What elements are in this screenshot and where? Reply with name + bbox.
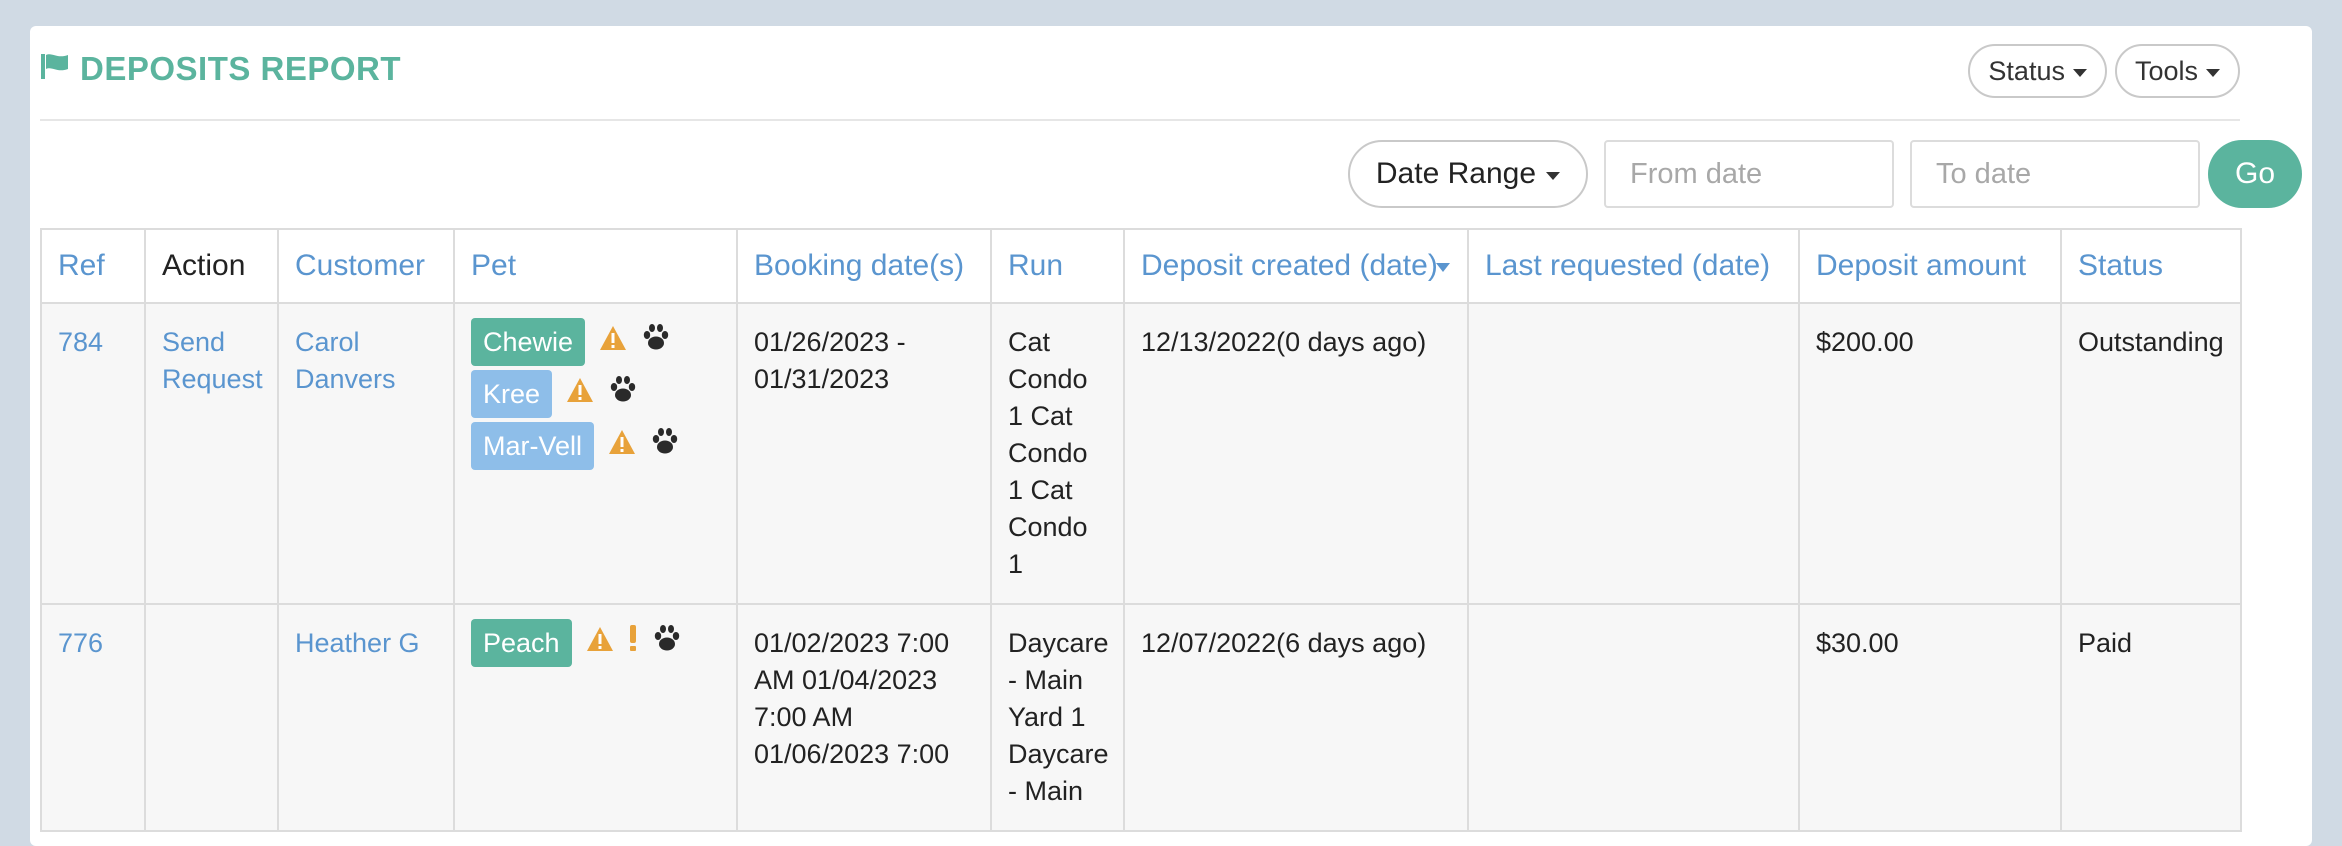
booking-dates: 01/02/2023 7:00 AM 01/04/2023 7:00 AM 01… bbox=[736, 603, 992, 832]
deposit-status-text: Outstanding bbox=[2078, 327, 2224, 357]
status-menu-label: Status bbox=[1988, 55, 2065, 86]
table-row: 776 Heather G Peach 01/02/2023 7:00 AM 01/0… bbox=[40, 603, 2242, 832]
ref-link-text[interactable]: 776 bbox=[58, 628, 103, 658]
date-range-button[interactable]: Date Range bbox=[1347, 140, 1588, 208]
booking-dates: 01/26/2023 - 01/31/2023 bbox=[736, 302, 992, 605]
deposit-amount-text: $30.00 bbox=[1816, 628, 1899, 658]
deposit-status: Outstanding bbox=[2060, 302, 2242, 605]
chevron-down-icon bbox=[2072, 68, 2087, 77]
exclamation-icon[interactable] bbox=[628, 624, 638, 662]
pet-tag[interactable]: Peach bbox=[471, 619, 572, 667]
report-header: DEPOSITS REPORT Status Tools bbox=[40, 44, 2240, 104]
column-header-amount[interactable]: Deposit amount bbox=[1798, 228, 2062, 304]
from-date-input[interactable]: From date bbox=[1604, 140, 1894, 208]
paw-icon[interactable] bbox=[641, 323, 671, 361]
pet-cell: Peach bbox=[453, 603, 738, 832]
ref-link[interactable]: 784 bbox=[40, 302, 146, 605]
pet-row: Chewie bbox=[471, 318, 720, 366]
date-filter-bar: Date Range From date To date Go bbox=[1347, 140, 2302, 208]
deposit-amount: $30.00 bbox=[1798, 603, 2062, 832]
date-range-label: Date Range bbox=[1375, 157, 1536, 190]
action-link bbox=[144, 603, 279, 832]
column-header-pet[interactable]: Pet bbox=[453, 228, 738, 304]
paw-icon[interactable] bbox=[652, 624, 682, 662]
column-header-customer[interactable]: Customer bbox=[277, 228, 455, 304]
deposit-status-text: Paid bbox=[2078, 628, 2133, 658]
column-header-run[interactable]: Run bbox=[990, 228, 1125, 304]
header-divider bbox=[40, 119, 2240, 121]
table-row: 784 Send Request Carol Danvers Chewie Kree Ma… bbox=[40, 302, 2242, 605]
booking-dates-text: 01/26/2023 - 01/31/2023 bbox=[754, 327, 906, 394]
pet-row: Kree bbox=[471, 370, 720, 418]
warning-icon[interactable] bbox=[586, 625, 614, 662]
column-header-status[interactable]: Status bbox=[2060, 228, 2242, 304]
last-requested bbox=[1467, 302, 1800, 605]
flag-icon bbox=[40, 50, 70, 88]
column-header-action: Action bbox=[144, 228, 279, 304]
customer-link-text[interactable]: Heather G bbox=[295, 628, 420, 658]
page-title-text: DEPOSITS REPORT bbox=[80, 50, 402, 87]
action-link-text[interactable]: Send Request bbox=[162, 327, 263, 394]
deposit-created: 12/07/2022(6 days ago) bbox=[1123, 603, 1469, 832]
chevron-down-icon bbox=[2206, 68, 2220, 77]
pet-cell: Chewie Kree Mar-Vell bbox=[453, 302, 738, 605]
ref-link-text[interactable]: 784 bbox=[58, 327, 103, 357]
warning-icon[interactable] bbox=[608, 428, 636, 465]
column-header-ref[interactable]: Ref bbox=[40, 228, 146, 304]
chevron-down-icon bbox=[1546, 171, 1560, 180]
run-name-text: Cat Condo 1 Cat Condo 1 Cat Condo 1 bbox=[1008, 327, 1088, 579]
deposit-created: 12/13/2022(0 days ago) bbox=[1123, 302, 1469, 605]
sort-desc-icon bbox=[1435, 262, 1450, 272]
run-name-text: Daycare - Main Yard 1 Daycare - Main bbox=[1008, 628, 1109, 806]
customer-link[interactable]: Heather G bbox=[277, 603, 455, 832]
tools-menu-button[interactable]: Tools bbox=[2114, 44, 2240, 98]
go-button[interactable]: Go bbox=[2208, 140, 2302, 208]
pet-row: Peach bbox=[471, 619, 720, 667]
to-date-input[interactable]: To date bbox=[1910, 140, 2200, 208]
paw-icon[interactable] bbox=[608, 375, 638, 413]
ref-link[interactable]: 776 bbox=[40, 603, 146, 832]
deposit-amount-text: $200.00 bbox=[1816, 327, 1914, 357]
run-name: Daycare - Main Yard 1 Daycare - Main bbox=[990, 603, 1125, 832]
paw-icon[interactable] bbox=[650, 427, 680, 465]
warning-icon[interactable] bbox=[599, 324, 627, 361]
customer-link-text[interactable]: Carol Danvers bbox=[295, 327, 396, 394]
run-name: Cat Condo 1 Cat Condo 1 Cat Condo 1 bbox=[990, 302, 1125, 605]
tools-menu-label: Tools bbox=[2134, 55, 2198, 86]
deposits-table: Ref Action Customer Pet Booking date(s) … bbox=[40, 228, 2242, 832]
column-header-deposit-created[interactable]: Deposit created (date) bbox=[1123, 228, 1469, 304]
last-requested bbox=[1467, 603, 1800, 832]
deposit-status: Paid bbox=[2060, 603, 2242, 832]
pet-tag[interactable]: Kree bbox=[471, 370, 553, 418]
page-title: DEPOSITS REPORT bbox=[40, 50, 401, 88]
customer-link[interactable]: Carol Danvers bbox=[277, 302, 455, 605]
pet-row: Mar-Vell bbox=[471, 422, 720, 470]
column-header-last-requested[interactable]: Last requested (date) bbox=[1467, 228, 1800, 304]
status-menu-button[interactable]: Status bbox=[1968, 44, 2107, 98]
pet-tag[interactable]: Mar-Vell bbox=[471, 422, 595, 470]
table-header-row: Ref Action Customer Pet Booking date(s) … bbox=[40, 228, 2242, 304]
deposit-created-text: 12/07/2022(6 days ago) bbox=[1141, 628, 1427, 658]
booking-dates-text: 01/02/2023 7:00 AM 01/04/2023 7:00 AM 01… bbox=[754, 628, 950, 769]
warning-icon[interactable] bbox=[566, 376, 594, 413]
deposit-amount: $200.00 bbox=[1798, 302, 2062, 605]
pet-tag[interactable]: Chewie bbox=[471, 318, 586, 366]
column-header-deposit-created-label: Deposit created (date) bbox=[1141, 249, 1438, 282]
action-link[interactable]: Send Request bbox=[144, 302, 279, 605]
deposit-created-text: 12/13/2022(0 days ago) bbox=[1141, 327, 1427, 357]
column-header-booking[interactable]: Booking date(s) bbox=[736, 228, 992, 304]
